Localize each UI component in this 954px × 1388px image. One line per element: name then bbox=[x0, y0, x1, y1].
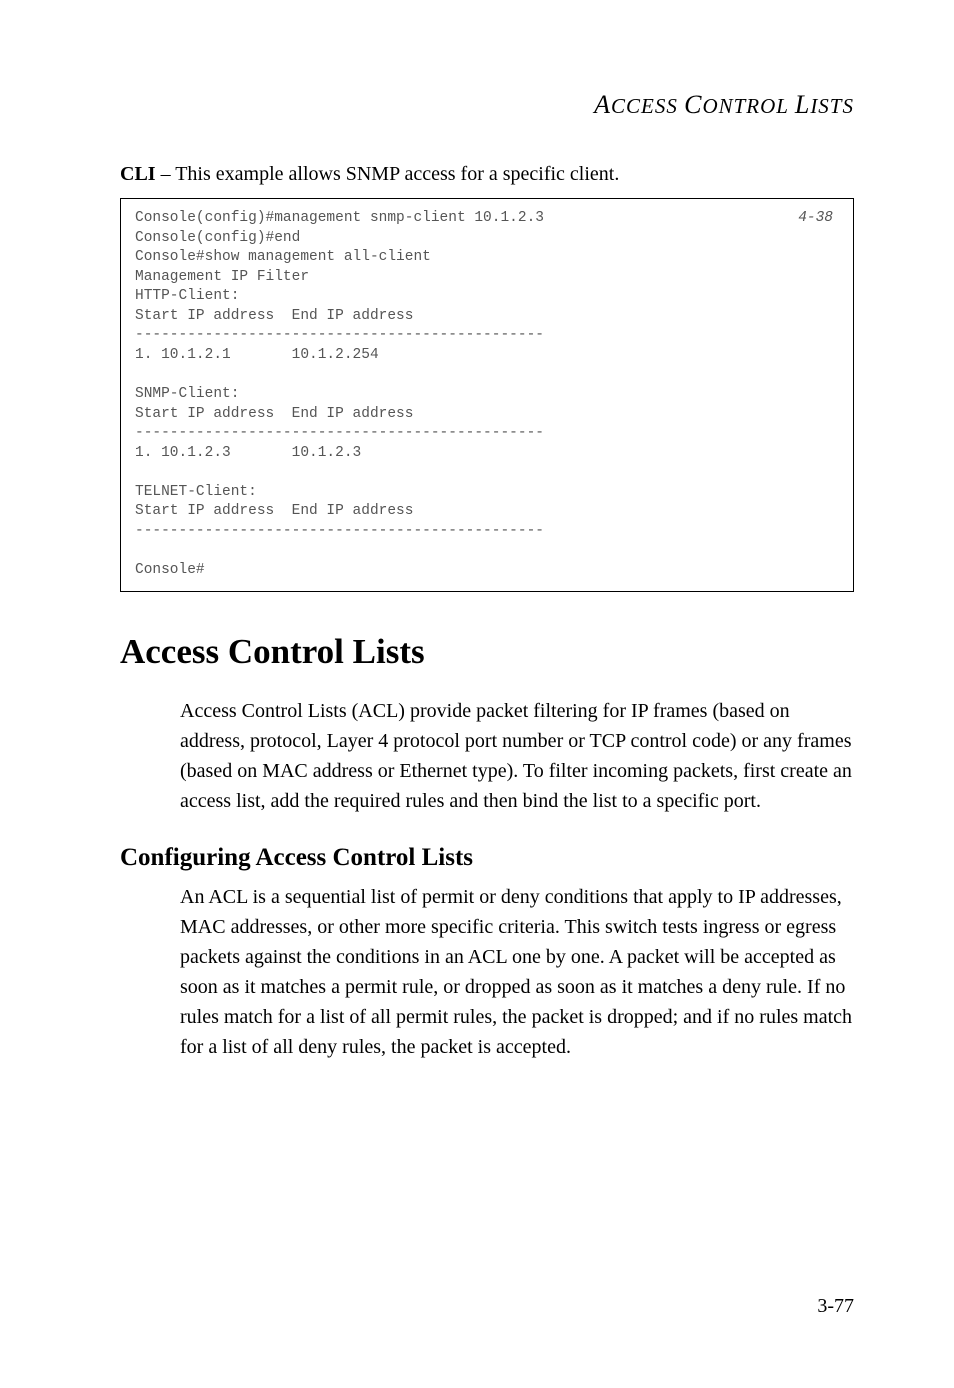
code-text: Console(config)#management snmp-client 1… bbox=[135, 210, 544, 578]
running-head-text: ACCESS CONTROL LISTS bbox=[594, 94, 854, 118]
intro-bold-lead: CLI bbox=[120, 163, 156, 185]
subsection-paragraph: An ACL is a sequential list of permit or… bbox=[180, 882, 854, 1062]
cli-code-block: 4-38 Console(config)#management snmp-clie… bbox=[120, 198, 854, 592]
code-page-ref: 4-38 bbox=[798, 209, 833, 229]
page-number: 3-77 bbox=[817, 1295, 854, 1318]
running-head: ACCESS CONTROL LISTS bbox=[120, 90, 854, 120]
section-paragraph: Access Control Lists (ACL) provide packe… bbox=[180, 696, 854, 816]
intro-rest: – This example allows SNMP access for a … bbox=[156, 163, 620, 185]
section-title: Access Control Lists bbox=[120, 632, 854, 672]
intro-paragraph: CLI – This example allows SNMP access fo… bbox=[120, 160, 854, 188]
subsection-title: Configuring Access Control Lists bbox=[120, 844, 854, 872]
